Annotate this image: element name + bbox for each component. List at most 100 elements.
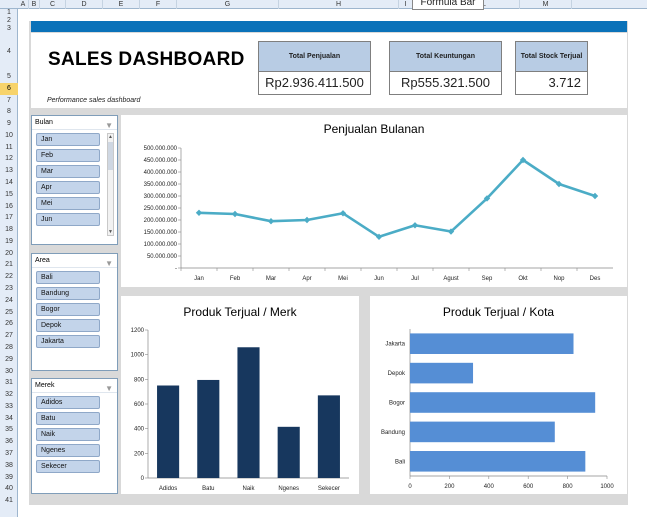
chart-penjualan-bulanan[interactable]: Penjualan Bulanan -50.000.000 100.000.000… xyxy=(121,115,627,287)
slicer-item-bali[interactable]: Bali xyxy=(36,271,100,284)
chart-produk-terjual-kota[interactable]: Produk Terjual / Kota 0 200 400 600 800 1000 J… xyxy=(370,296,627,494)
row-header-14[interactable]: 14 xyxy=(0,177,18,189)
slicer-scrollbar[interactable]: ▲ ▼ xyxy=(107,133,114,236)
column-header-d[interactable]: D xyxy=(66,0,103,9)
slicer-item-mei[interactable]: Mei xyxy=(36,197,100,210)
row-header-5[interactable]: 5 xyxy=(0,71,18,83)
column-header-i[interactable]: I xyxy=(399,0,413,9)
slicer-item-batu[interactable]: Batu xyxy=(36,412,100,425)
slicer-merek[interactable]: Merek ▼ Adidos Batu Naik Ngenes Sekecer xyxy=(31,378,118,494)
row-header-32[interactable]: 32 xyxy=(0,389,18,401)
clear-filter-icon[interactable]: ▼ xyxy=(105,119,113,133)
slicer-item-naik[interactable]: Naik xyxy=(36,428,100,441)
data-point xyxy=(303,216,311,224)
row-header-1[interactable]: 1 xyxy=(0,9,18,17)
row-header-34[interactable]: 34 xyxy=(0,413,18,425)
kpi-total-penjualan[interactable]: Total Penjualan Rp2.936.411.500 xyxy=(258,41,371,95)
slicer-area[interactable]: Area ▼ Bali Bandung Bogor Depok Jakarta xyxy=(31,253,118,371)
row-header-12[interactable]: 12 xyxy=(0,153,18,165)
dashboard-title: SALES DASHBOARD xyxy=(48,49,245,70)
slicer-item-apr[interactable]: Apr xyxy=(36,181,100,194)
row-header-13[interactable]: 13 xyxy=(0,165,18,177)
scroll-up-icon[interactable]: ▲ xyxy=(108,134,113,140)
row-header-10[interactable]: 10 xyxy=(0,130,18,142)
row-header-17[interactable]: 17 xyxy=(0,212,18,224)
scroll-thumb[interactable] xyxy=(108,142,113,170)
y-tick-label: 150.000.000 xyxy=(144,230,178,236)
y-tick-label: 200 xyxy=(134,451,145,457)
kpi-total-stock-terjual[interactable]: Total Stock Terjual 3.712 xyxy=(515,41,588,95)
row-header-28[interactable]: 28 xyxy=(0,342,18,354)
slicer-item-ngenes[interactable]: Ngenes xyxy=(36,444,100,457)
row-header-29[interactable]: 29 xyxy=(0,354,18,366)
slicer-title: Bulan xyxy=(35,119,53,126)
row-header-20[interactable]: 20 xyxy=(0,248,18,260)
row-header-16[interactable]: 16 xyxy=(0,201,18,213)
x-tick-label: 0 xyxy=(408,484,412,490)
x-tick-label: Jul xyxy=(411,276,419,282)
row-header-37[interactable]: 37 xyxy=(0,448,18,460)
y-tick-label: 1000 xyxy=(131,353,145,359)
column-header-b[interactable]: B xyxy=(29,0,40,9)
slicer-item-jakarta[interactable]: Jakarta xyxy=(36,335,100,348)
row-header-8[interactable]: 8 xyxy=(0,106,18,118)
scroll-down-icon[interactable]: ▼ xyxy=(108,229,113,235)
row-header-7[interactable]: 7 xyxy=(0,95,18,107)
row-header-24[interactable]: 24 xyxy=(0,295,18,307)
x-tick-label: 400 xyxy=(484,484,495,490)
y-tick-label: 200.000.000 xyxy=(144,218,178,224)
row-header-41[interactable]: 41 xyxy=(0,495,18,507)
slicer-item-bogor[interactable]: Bogor xyxy=(36,303,100,316)
slicer-item-feb[interactable]: Feb xyxy=(36,149,100,162)
chart-produk-terjual-merk[interactable]: Produk Terjual / Merk 0 200 400 600 800 1000 1… xyxy=(121,296,359,494)
row-header-35[interactable]: 35 xyxy=(0,424,18,436)
row-header-4[interactable]: 4 xyxy=(0,33,18,71)
row-header-27[interactable]: 27 xyxy=(0,330,18,342)
column-header-f[interactable]: F xyxy=(140,0,177,9)
clear-filter-icon[interactable]: ▼ xyxy=(105,257,113,271)
slicer-item-jan[interactable]: Jan xyxy=(36,133,100,146)
slicer-item-adidos[interactable]: Adidos xyxy=(36,396,100,409)
y-tick-label: 100.000.000 xyxy=(144,242,178,248)
row-header-26[interactable]: 26 xyxy=(0,318,18,330)
column-header-a[interactable]: A xyxy=(18,0,29,9)
row-header-11[interactable]: 11 xyxy=(0,142,18,154)
slicer-item-bandung[interactable]: Bandung xyxy=(36,287,100,300)
row-header-19[interactable]: 19 xyxy=(0,236,18,248)
row-header-36[interactable]: 36 xyxy=(0,436,18,448)
row-header-18[interactable]: 18 xyxy=(0,224,18,236)
row-header-21[interactable]: 21 xyxy=(0,259,18,271)
column-header-e[interactable]: E xyxy=(103,0,140,9)
slicer-item-jun[interactable]: Jun xyxy=(36,213,100,226)
kpi-label: Total Stock Terjual xyxy=(516,42,587,72)
row-header-3[interactable]: 3 xyxy=(0,25,18,33)
row-header-6[interactable]: 6 xyxy=(0,82,18,95)
x-tick-label: Adidos xyxy=(159,486,177,492)
row-header-40[interactable]: 40 xyxy=(0,483,18,495)
row-header-30[interactable]: 30 xyxy=(0,366,18,378)
slicer-bulan[interactable]: Bulan ▼ Jan Feb Mar Apr Mei Jun ▲ ▼ xyxy=(31,115,118,245)
row-header-33[interactable]: 33 xyxy=(0,401,18,413)
y-tick-label: 400.000.000 xyxy=(144,170,178,176)
kpi-total-keuntungan[interactable]: Total Keuntungan Rp555.321.500 xyxy=(389,41,502,95)
row-header-2[interactable]: 2 xyxy=(0,17,18,25)
slicer-item-sekecer[interactable]: Sekecer xyxy=(36,460,100,473)
bar-chart-plot: 0 200 400 600 800 1000 1200 Adidos Batu Naik Ngene… xyxy=(131,328,349,492)
slicer-item-depok[interactable]: Depok xyxy=(36,319,100,332)
row-header-31[interactable]: 31 xyxy=(0,377,18,389)
row-header-25[interactable]: 25 xyxy=(0,307,18,319)
column-header-c[interactable]: C xyxy=(40,0,66,9)
bar xyxy=(410,392,596,413)
x-tick-label: Feb xyxy=(230,276,241,282)
column-header-g[interactable]: G xyxy=(177,0,279,9)
clear-filter-icon[interactable]: ▼ xyxy=(105,382,113,396)
column-header-m[interactable]: M xyxy=(520,0,572,9)
row-header-38[interactable]: 38 xyxy=(0,460,18,472)
slicer-item-mar[interactable]: Mar xyxy=(36,165,100,178)
row-header-9[interactable]: 9 xyxy=(0,118,18,130)
row-header-22[interactable]: 22 xyxy=(0,271,18,283)
column-header-h[interactable]: H xyxy=(279,0,399,9)
row-header-15[interactable]: 15 xyxy=(0,189,18,201)
row-header-23[interactable]: 23 xyxy=(0,283,18,295)
row-header-39[interactable]: 39 xyxy=(0,472,18,484)
